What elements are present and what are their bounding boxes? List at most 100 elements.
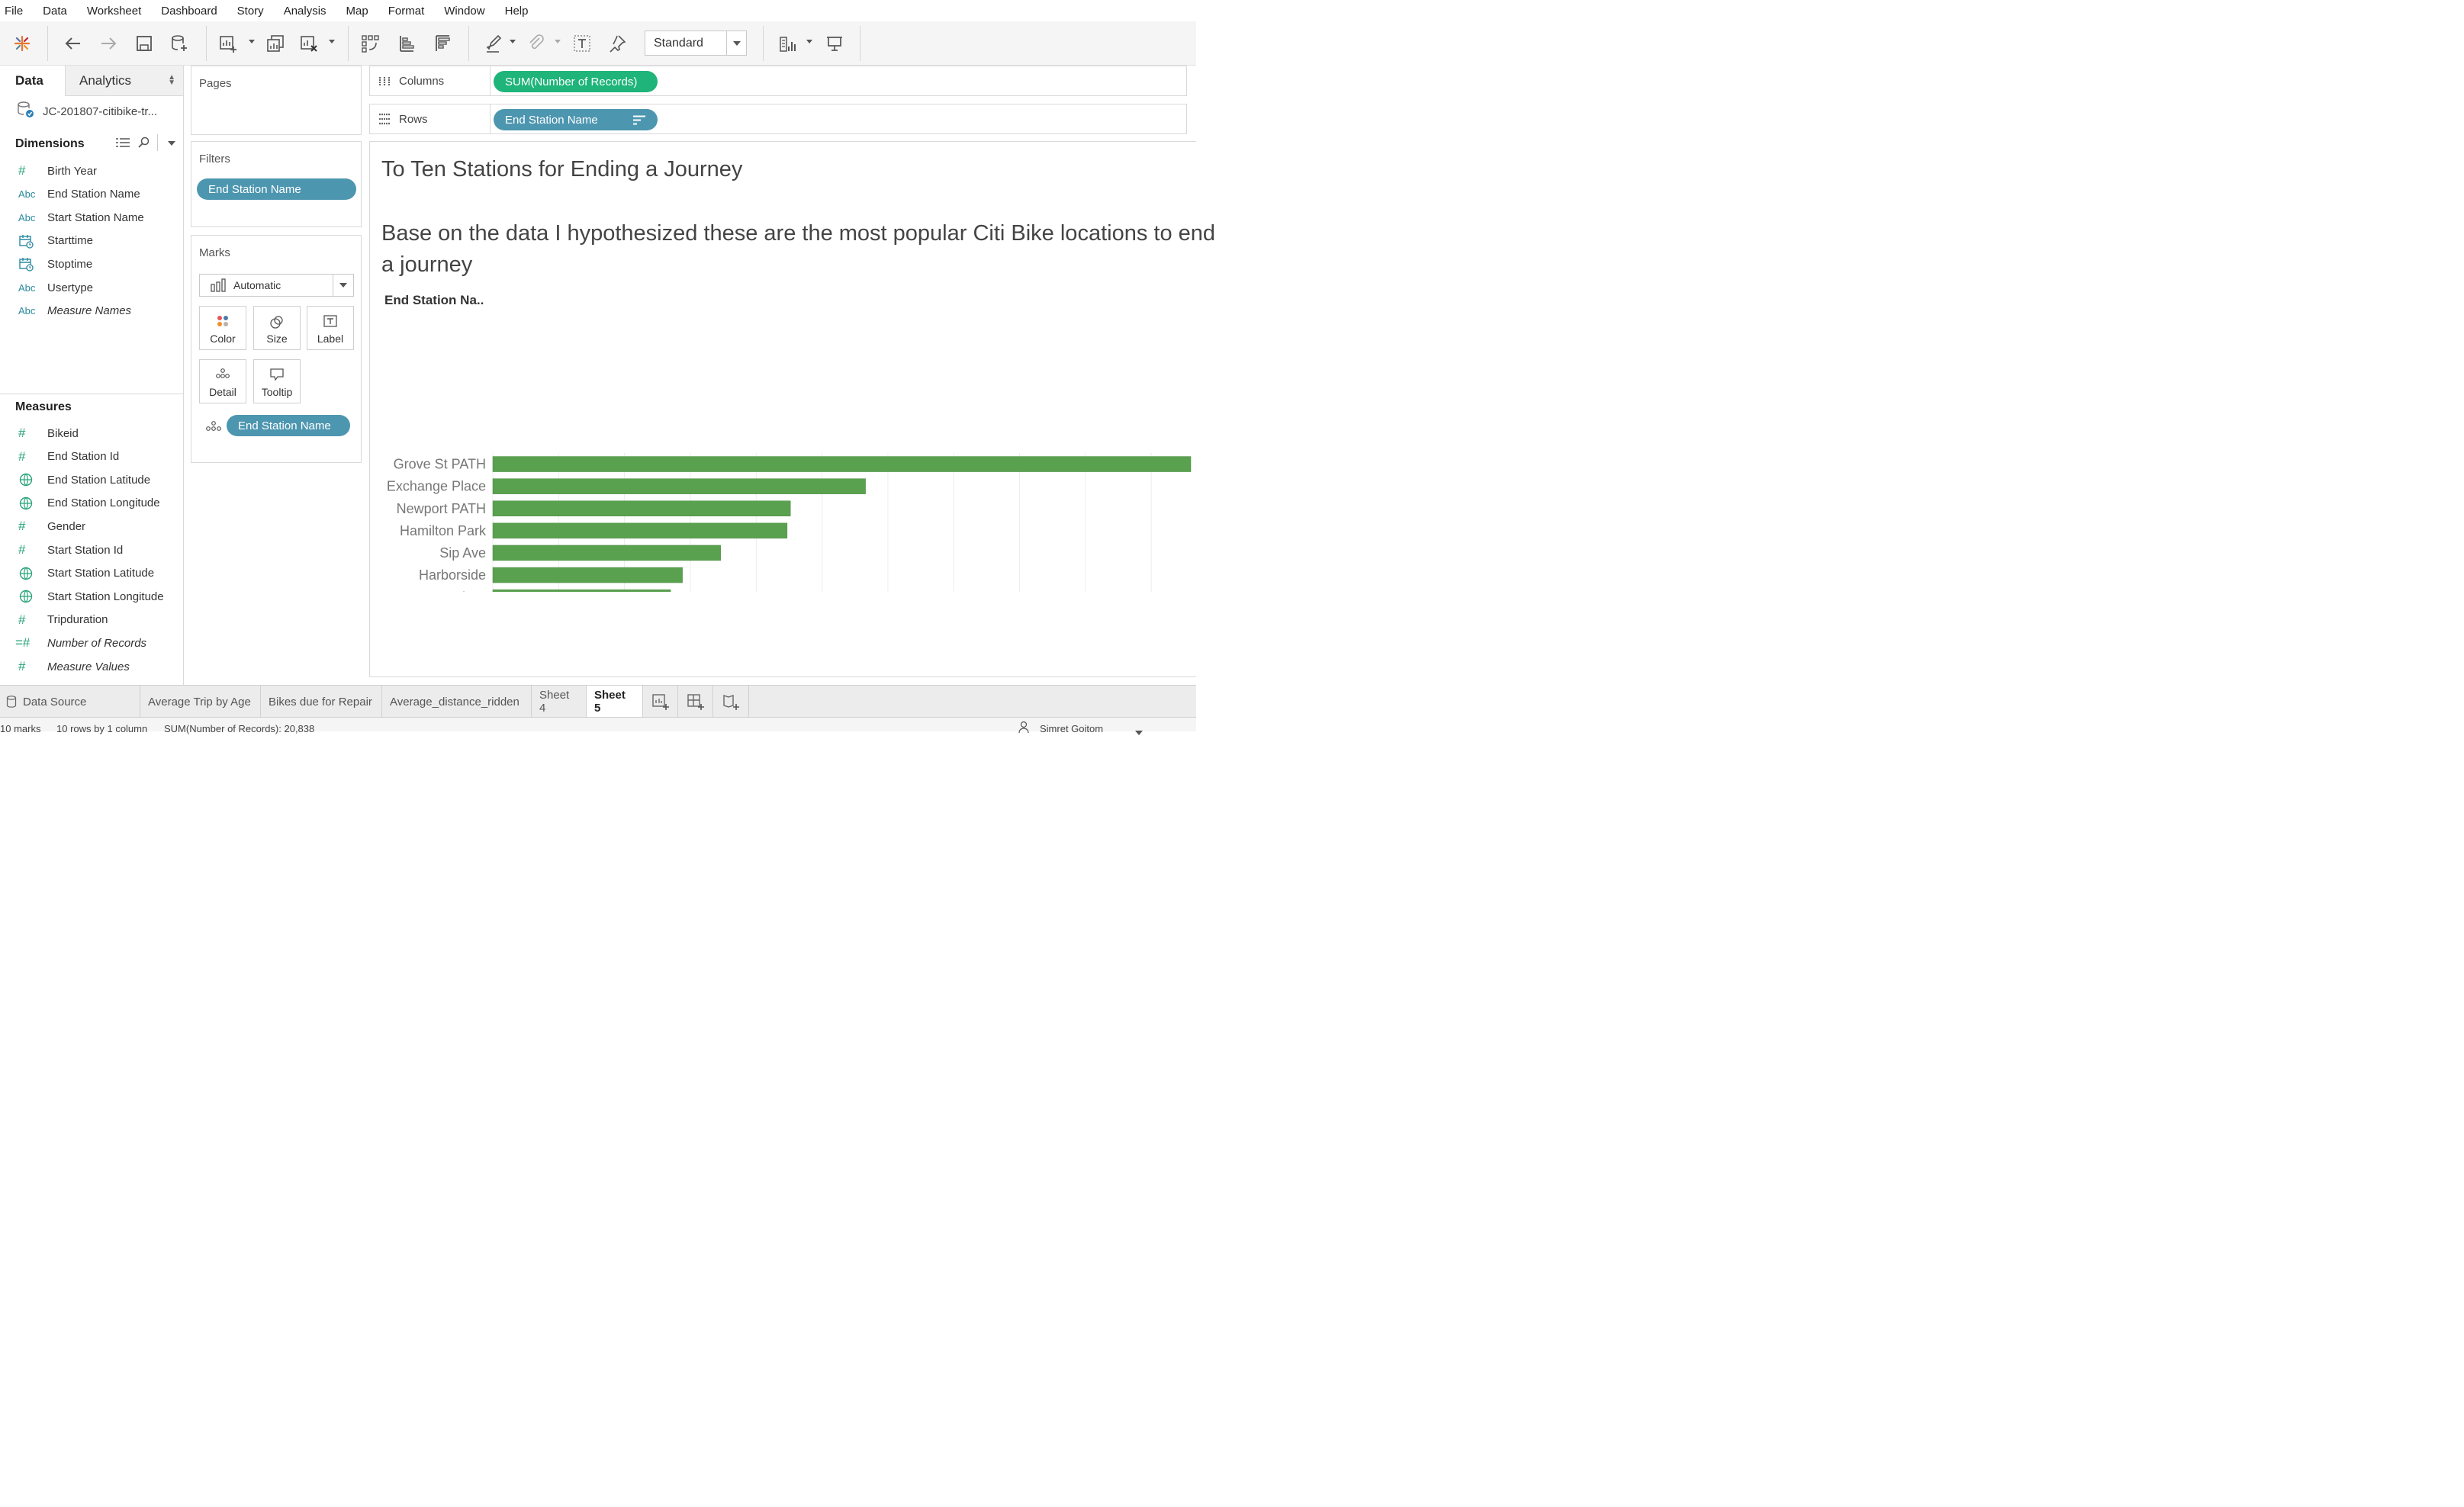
sort-ascending-icon[interactable] — [394, 31, 420, 56]
tab-sheet-4[interactable]: Sheet 4 — [532, 686, 587, 718]
field-label: Start Station Name — [47, 210, 144, 224]
detail-icon — [200, 368, 246, 380]
chevron-down-icon — [726, 31, 746, 55]
pages-card[interactable]: Pages — [191, 66, 362, 135]
field-measure-names[interactable]: Abc Measure Names — [0, 300, 183, 322]
bar[interactable] — [492, 478, 866, 494]
chevron-down-icon[interactable] — [168, 141, 175, 146]
save-icon[interactable] — [131, 31, 157, 56]
field-label: Stoptime — [47, 257, 93, 271]
clear-sheet-icon[interactable] — [296, 31, 322, 56]
bar[interactable] — [492, 500, 791, 516]
highlight-icon[interactable] — [481, 31, 507, 56]
redo-icon[interactable] — [95, 31, 121, 56]
undo-icon[interactable] — [60, 31, 86, 56]
worksheet-view[interactable]: To Ten Stations for Ending a Journey Bas… — [369, 141, 1215, 677]
field-end-station-id[interactable]: # End Station Id — [0, 446, 183, 468]
presentation-icon[interactable] — [822, 31, 848, 56]
menu-format[interactable]: Format — [384, 5, 425, 18]
annotate-icon[interactable] — [523, 31, 549, 56]
new-datasource-icon[interactable] — [166, 31, 192, 56]
field-measure-values[interactable]: # Measure Values — [0, 656, 183, 677]
menu-analysis[interactable]: Analysis — [279, 5, 326, 18]
user-icon — [1018, 721, 1029, 735]
fit-dropdown-value: Standard — [654, 36, 703, 50]
new-worksheet-icon[interactable] — [643, 686, 678, 718]
status-rows: 10 rows by 1 column — [56, 723, 148, 734]
tab-average-trip-by-age[interactable]: Average Trip by Age — [140, 686, 261, 718]
detail-button[interactable]: Detail — [199, 359, 246, 403]
search-icon[interactable] — [138, 137, 152, 150]
detail-pill-end-station-name[interactable]: End Station Name — [227, 415, 350, 436]
field-stoptime[interactable]: Stoptime — [0, 253, 183, 275]
bar[interactable] — [492, 456, 1192, 472]
bar[interactable] — [492, 567, 683, 583]
size-button[interactable]: Size — [253, 306, 301, 350]
field-start-station-latitude[interactable]: Start Station Latitude — [0, 563, 183, 584]
pin-icon[interactable] — [604, 31, 630, 56]
bar[interactable] — [492, 545, 721, 561]
bar[interactable] — [492, 589, 671, 592]
list-view-icon[interactable] — [116, 137, 131, 149]
new-dashboard-icon[interactable] — [678, 686, 713, 718]
menu-dashboard[interactable]: Dashboard — [156, 5, 217, 18]
menu-file[interactable]: File — [0, 5, 23, 18]
tab-analytics[interactable]: Analytics ▲ ▼ — [65, 66, 183, 96]
fit-dropdown[interactable]: Standard — [645, 31, 747, 56]
color-button[interactable]: Color — [199, 306, 246, 350]
tableau-logo-icon[interactable] — [9, 31, 35, 56]
label-button[interactable]: Label — [307, 306, 354, 350]
field-tripduration[interactable]: # Tripduration — [0, 609, 183, 631]
tab-sheet-5[interactable]: Sheet 5 — [587, 686, 643, 718]
menu-worksheet[interactable]: Worksheet — [82, 5, 141, 18]
tab-data-source[interactable]: Data Source — [0, 686, 140, 718]
rows-pill-end-station-name[interactable]: End Station Name — [494, 109, 658, 130]
sort-descending-icon[interactable] — [429, 31, 455, 56]
field-label: Start Station Latitude — [47, 567, 155, 580]
field-end-station-name[interactable]: Abc End Station Name — [0, 184, 183, 205]
filter-pill-end-station-name[interactable]: End Station Name — [197, 178, 356, 200]
field-starttime[interactable]: Starttime — [0, 230, 183, 252]
tooltip-button[interactable]: Tooltip — [253, 359, 301, 403]
calendar-icon — [0, 256, 47, 272]
field-start-station-id[interactable]: # Start Station Id — [0, 539, 183, 561]
field-birth-year[interactable]: # Birth Year — [0, 160, 183, 182]
field-start-station-longitude[interactable]: Start Station Longitude — [0, 586, 183, 607]
new-story-icon[interactable] — [713, 686, 749, 718]
number-type-icon: # — [18, 542, 26, 557]
status-user[interactable]: Simret Goitom — [1040, 723, 1103, 734]
swap-icon[interactable] — [357, 31, 383, 56]
columns-shelf[interactable]: Columns SUM(Number of Records) — [369, 66, 1187, 96]
field-start-station-name[interactable]: Abc Start Station Name — [0, 207, 183, 228]
rows-shelf[interactable]: Rows End Station Name — [369, 104, 1187, 134]
bar[interactable] — [492, 522, 788, 539]
tab-data[interactable]: Data — [0, 66, 65, 96]
menu-story[interactable]: Story — [233, 5, 264, 18]
tab-bikes-due-for-repair[interactable]: Bikes due for Repair — [261, 686, 382, 718]
globe-icon — [0, 472, 47, 487]
category-label: Exchange Place — [387, 479, 486, 494]
tab-average-distance-ridden[interactable]: Average_distance_ridden — [382, 686, 532, 718]
datasource-item[interactable]: JC-201807-citibike-tr... — [0, 96, 183, 127]
mark-type-dropdown[interactable]: Automatic — [199, 274, 354, 297]
toolbar: Standard — [0, 21, 1196, 66]
show-me-icon[interactable] — [775, 31, 801, 56]
field-bikeid[interactable]: # Bikeid — [0, 423, 183, 444]
field-gender[interactable]: # Gender — [0, 516, 183, 537]
field-end-station-latitude[interactable]: End Station Latitude — [0, 469, 183, 490]
menu-data[interactable]: Data — [38, 5, 67, 18]
columns-pill-sum-number-of-records[interactable]: SUM(Number of Records) — [494, 71, 658, 92]
menu-help[interactable]: Help — [500, 5, 529, 18]
field-usertype[interactable]: Abc Usertype — [0, 277, 183, 298]
field-end-station-longitude[interactable]: End Station Longitude — [0, 493, 183, 514]
menu-map[interactable]: Map — [342, 5, 368, 18]
new-worksheet-icon[interactable] — [215, 31, 241, 56]
label-icon[interactable] — [569, 31, 595, 56]
filters-card[interactable]: Filters End Station Name — [191, 141, 362, 227]
tooltip-icon — [254, 368, 300, 381]
field-label: Start Station Longitude — [47, 590, 164, 603]
field-label: End Station Latitude — [47, 473, 151, 487]
field-number-of-records[interactable]: =# Number of Records — [0, 632, 183, 654]
menu-window[interactable]: Window — [439, 5, 484, 18]
duplicate-sheet-icon[interactable] — [262, 31, 288, 56]
